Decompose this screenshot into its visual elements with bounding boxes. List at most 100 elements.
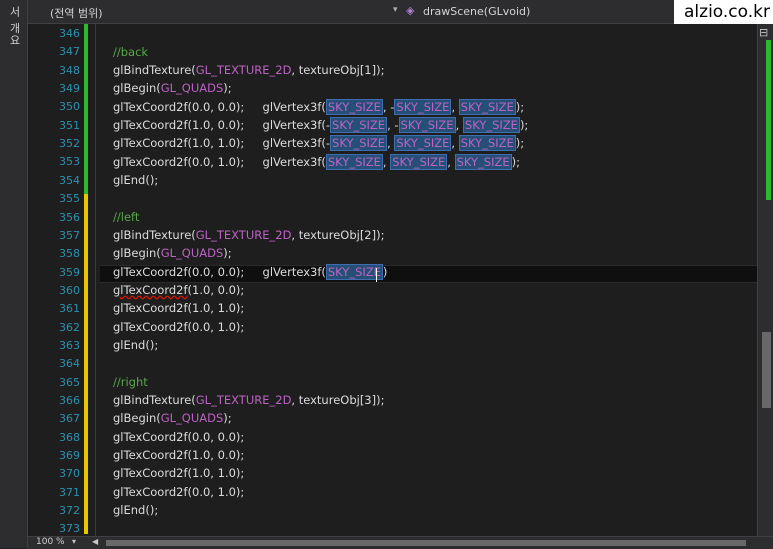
code-line[interactable]: glTexCoord2f(0.0, 0.0); [113, 428, 244, 446]
highlighted-macro: SKY_SIZE [325, 154, 383, 170]
navigation-bar: (전역 범위) ▾ ◈ drawScene(GLvoid) [28, 0, 773, 24]
code-text: glTexCoord2f(1.0, 1.0); [113, 301, 245, 315]
code-text: glTexCoord2f(1.0, 0.0); [113, 448, 245, 462]
highlighted-macro: SKY_SIZE [458, 135, 516, 151]
line-number: 369 [59, 449, 80, 463]
macro: GL_TEXTURE_2D [195, 63, 292, 77]
code-line[interactable]: glTexCoord2f(1.0, 1.0); [113, 464, 244, 482]
code-line[interactable]: glTexCoord2f(0.0, 1.0); [113, 483, 244, 501]
highlighted-macro: SKY_SIZE [462, 117, 520, 133]
code-text: glBindTexture( [113, 393, 196, 407]
line-number: 370 [59, 467, 80, 481]
code-text: glTexCoord2f(0.0, 0.0); [113, 430, 245, 444]
code-text: glBegin( [113, 246, 161, 260]
comment: //back [113, 45, 149, 59]
code-line[interactable]: glTexCoord2f(0.0, 1.0); [113, 318, 244, 336]
line-number: 346 [59, 27, 80, 40]
code-line[interactable]: glTexCoord2f(1.0, 1.0); [113, 299, 244, 317]
code-text: glBegin( [113, 81, 161, 95]
code-line[interactable]: glEnd(); [113, 501, 158, 519]
code-text: ); [515, 136, 525, 150]
code-line[interactable]: glBindTexture(GL_TEXTURE_2D, textureObj[… [113, 391, 384, 409]
line-number: 361 [59, 302, 80, 316]
code-text: , [451, 136, 459, 150]
change-bar-added [84, 24, 88, 194]
line-number: 366 [59, 394, 80, 407]
code-text: , [451, 100, 459, 114]
scrollbar-change-mark [766, 40, 771, 200]
function-icon: ◈ [406, 4, 415, 17]
line-number-gutter: 346 347 348 349 350 351 352 353 354 355 356 357 358 3… [28, 24, 90, 536]
line-number: 371 [59, 485, 80, 499]
code-editor[interactable]: //back glBindTexture(GL_TEXTURE_2D, text… [95, 24, 755, 536]
function-dropdown[interactable]: drawScene(GLvoid) [423, 5, 530, 18]
line-number: 355 [59, 192, 80, 206]
code-line[interactable]: glTexCoord2f(0.0, 1.0); glVertex3f(SKY_S… [113, 153, 520, 171]
highlighted-macro: SKY_SIZE [458, 99, 516, 115]
code-line[interactable]: glBindTexture(GL_TEXTURE_2D, textureObj[… [113, 226, 384, 244]
code-line[interactable]: glEnd(); [113, 171, 158, 189]
code-text: glBindTexture( [113, 228, 196, 242]
code-text: , - [387, 118, 399, 132]
code-line[interactable]: glTexCoord2f(0.0, 0.0); glVertex3f(SKY_S… [113, 98, 524, 116]
code-text: , textureObj[3]); [291, 393, 385, 407]
code-text: glBegin( [113, 411, 161, 425]
macro: GL_QUADS [160, 411, 224, 425]
code-text: glEnd(); [113, 503, 159, 517]
highlighted-macro: SKY_SIZE [454, 154, 512, 170]
outline-panel-tab[interactable]: 서 개요 [0, 0, 28, 548]
code-line[interactable]: glTexCoord2f(1.0, 0.0); [113, 281, 244, 299]
chevron-down-icon[interactable]: ▾ [72, 537, 76, 546]
highlighted-macro: SKY_SIZE [398, 117, 456, 133]
code-text: ); [515, 100, 525, 114]
code-text: glBindTexture( [113, 63, 196, 77]
text-cursor [376, 268, 377, 282]
line-number: 348 [59, 63, 80, 77]
zoom-level[interactable]: 100 % [36, 537, 65, 547]
status-bar: 100 % ▾ ◀ [28, 536, 773, 549]
macro: GL_TEXTURE_2D [195, 393, 292, 407]
vertical-scroll-thumb[interactable] [762, 332, 771, 408]
watermark-text: alzio.co.kr [674, 0, 773, 24]
code-text: , - [382, 100, 395, 114]
line-number: 365 [59, 375, 80, 389]
macro: GL_TEXTURE_2D [195, 228, 292, 242]
code-line[interactable]: glTexCoord2f(0.0, 0.0); glVertex3f(SKY_S… [113, 263, 387, 281]
code-line[interactable]: glEnd(); [113, 336, 158, 354]
code-text: ) [382, 265, 388, 279]
code-text: glTexCoord2f(0.0, 1.0); [113, 485, 245, 499]
highlighted-macro: SKY_SIZE [330, 135, 388, 151]
line-number: 360 [59, 283, 80, 297]
outline-panel-label: 서 개요 [8, 6, 21, 47]
comment: //left [113, 210, 140, 224]
code-line[interactable]: glTexCoord2f(1.0, 0.0); glVertex3f(- SKY_… [113, 116, 528, 134]
horizontal-scroll-thumb[interactable] [106, 540, 746, 546]
line-number: 358 [59, 247, 80, 261]
code-line[interactable]: //back [113, 43, 148, 61]
code-line[interactable]: glBegin(GL_QUADS); [113, 79, 232, 97]
line-number: 364 [59, 357, 80, 371]
scroll-left-icon[interactable]: ◀ [92, 537, 98, 546]
macro: GL_QUADS [160, 246, 224, 260]
code-line[interactable]: glBindTexture(GL_TEXTURE_2D, textureObj[… [113, 61, 384, 79]
code-line[interactable]: glTexCoord2f(1.0, 1.0); glVertex3f(- SKY_… [113, 134, 524, 152]
chevron-down-icon[interactable]: ▾ [393, 5, 398, 15]
code-line[interactable]: glBegin(GL_QUADS); [113, 409, 232, 427]
highlighted-macro: SKY_SIZE [390, 154, 448, 170]
code-text: ); [223, 411, 232, 425]
line-number: 362 [59, 320, 80, 334]
line-number: 351 [59, 118, 80, 132]
line-number: 356 [59, 210, 80, 224]
split-window-icon[interactable]: ⊟ [759, 26, 768, 39]
code-line[interactable]: //left [113, 208, 139, 226]
code-text: glTexCoord2f(0.0, 1.0); [113, 320, 245, 334]
highlighted-macro: SKY_SIZE [325, 264, 383, 280]
code-line[interactable]: glBegin(GL_QUADS); [113, 244, 232, 262]
code-text: glTexCoord2f(0.0, 0.0); glVertex3f( [113, 265, 326, 279]
highlighted-macro: SKY_SIZE [325, 99, 383, 115]
highlighted-macro: SKY_SIZE [330, 117, 388, 133]
scope-dropdown[interactable]: (전역 범위) [50, 5, 103, 21]
code-line[interactable]: glTexCoord2f(1.0, 0.0); [113, 446, 244, 464]
line-number: 368 [59, 430, 80, 444]
code-line[interactable]: //right [113, 373, 148, 391]
